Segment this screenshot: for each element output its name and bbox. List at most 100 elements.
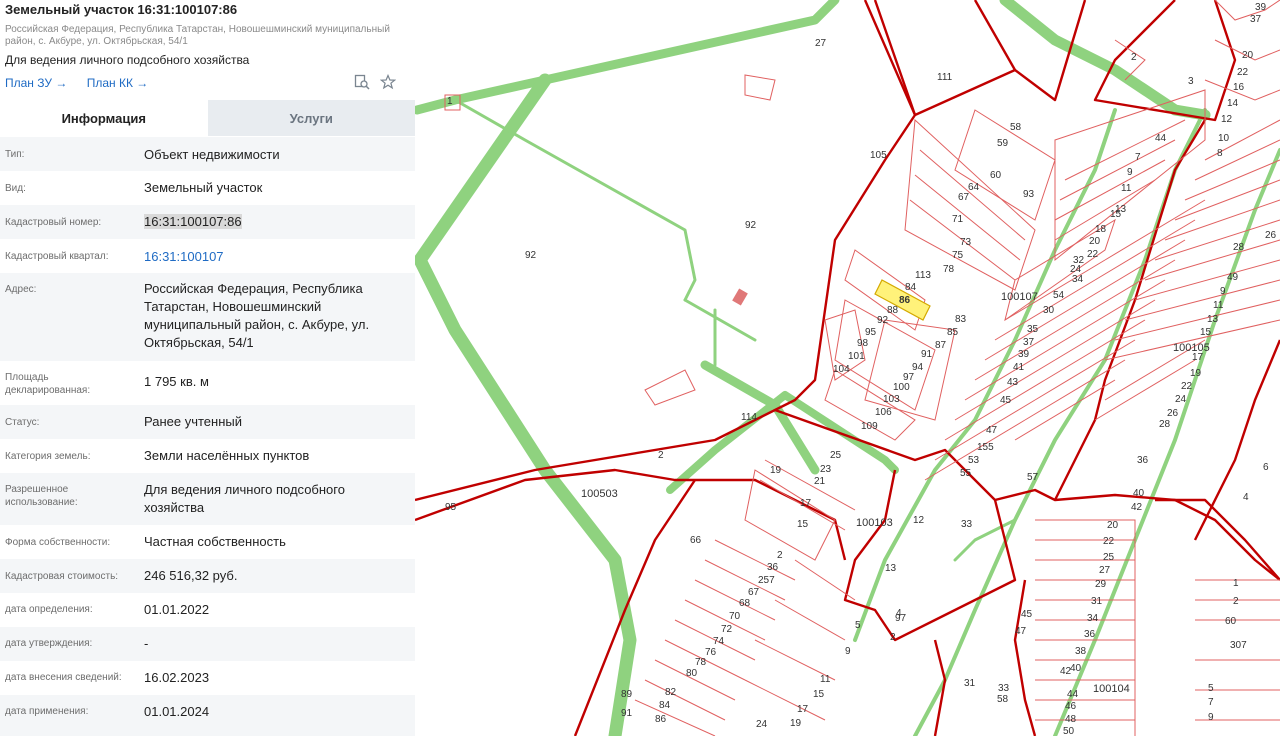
info-row: Статус: Ранее учтенный xyxy=(0,405,415,439)
parcel-label: 67 xyxy=(958,192,970,203)
parcel-label: 33 xyxy=(998,683,1010,694)
parcel-label: 5 xyxy=(855,620,861,631)
info-label: Тип: xyxy=(5,149,25,160)
parcel-label: 40 xyxy=(1133,488,1145,499)
parcel-label: 11 xyxy=(820,674,831,685)
info-label: Статус: xyxy=(5,417,40,428)
boundary-100107-west xyxy=(415,0,917,502)
parcel-label: 114 xyxy=(741,412,757,423)
parcel-label: 307 xyxy=(1230,640,1247,651)
parcel-label: 17 xyxy=(797,704,809,715)
parcel-label: 34 xyxy=(1087,613,1099,624)
parcel-block-a xyxy=(904,118,1036,291)
parcel-label: 83 xyxy=(955,314,967,325)
parcel-label: 27 xyxy=(1099,565,1111,576)
plan-kk-link[interactable]: План КК → xyxy=(87,76,149,90)
parcel-label: 89 xyxy=(621,689,633,700)
parcel-label: 25 xyxy=(1103,552,1115,563)
parcel-label: 9 xyxy=(1127,167,1133,178)
parcel-label: 14 xyxy=(1227,98,1239,109)
parcel-label: 3 xyxy=(1188,76,1194,87)
parcel-label: 93 xyxy=(1023,189,1035,200)
info-value: 246 516,32 руб. xyxy=(144,568,238,583)
parcel-label: 76 xyxy=(705,647,717,658)
quarter-label: 100103 xyxy=(856,517,893,529)
subtitle-address: Российская Федерация, Республика Татарст… xyxy=(5,24,390,47)
tab-bar: Информация Услуги xyxy=(0,100,415,136)
parcel-label: 12 xyxy=(1221,114,1233,125)
parcel-label: 58 xyxy=(997,694,1009,705)
info-value: 01.01.2022 xyxy=(144,602,210,617)
path-a xyxy=(453,98,697,302)
parcel-label: 19 xyxy=(1190,368,1202,379)
info-label: дата утверждения: xyxy=(5,638,93,649)
info-value: Ранее учтенный xyxy=(144,414,242,429)
quarter-label: 100104 xyxy=(1093,683,1130,695)
star-icon[interactable] xyxy=(379,73,397,90)
info-row: дата применения: 01.01.2024 xyxy=(0,695,415,736)
parcel-label: 13 xyxy=(1207,314,1219,325)
parcel-label: 95 xyxy=(445,502,457,513)
info-row: дата утверждения: - xyxy=(0,627,415,661)
info-row: Кадастровый номер: 16:31:100107:86 xyxy=(0,205,415,239)
info-label: дата применения: xyxy=(5,706,89,717)
search-document-icon[interactable] xyxy=(354,74,370,90)
boundary-100105-east xyxy=(1193,339,1280,541)
parcel-label: 54 xyxy=(1053,290,1065,301)
parcel-label: 1 xyxy=(1233,578,1239,589)
boundary-north-2 xyxy=(973,0,1017,71)
info-row: Кадастровый квартал: 16:31:100107 xyxy=(0,239,415,273)
info-value: Земельный участок xyxy=(144,180,263,195)
parcel-label: 15 xyxy=(1200,327,1212,338)
parcel-label: 9 xyxy=(1220,286,1226,297)
parcel-label: 27 xyxy=(815,38,827,49)
parcel-label: 24 xyxy=(756,719,768,730)
parcel-label: 75 xyxy=(952,250,964,261)
plan-zu-link[interactable]: План ЗУ → xyxy=(5,76,67,90)
info-label: Форма собственности: xyxy=(5,537,111,548)
parcel-label: 48 xyxy=(1065,714,1077,725)
cadastral-quarter-link[interactable]: 16:31:100107 xyxy=(144,248,399,266)
parcel-label: 22 xyxy=(1087,249,1099,260)
tab-services[interactable]: Услуги xyxy=(207,100,415,136)
quarter-label: 100503 xyxy=(581,488,618,500)
tab-information[interactable]: Информация xyxy=(0,100,208,136)
parcel-label: 98 xyxy=(857,338,869,349)
quarter-label: 100105 xyxy=(1173,342,1210,354)
parcel-label: 24 xyxy=(1175,394,1187,405)
parcel-label: 20 xyxy=(1089,236,1101,247)
parcel-label: 7 xyxy=(1135,152,1141,163)
parcel-label: 47 xyxy=(1015,626,1027,637)
parcel-label: 82 xyxy=(665,687,677,698)
parcel-label: 10 xyxy=(1218,133,1230,144)
parcel-label: 22 xyxy=(1237,67,1249,78)
parcel-label: 88 xyxy=(887,305,899,316)
parcel-label: 80 xyxy=(686,668,698,679)
parcel-label: 9 xyxy=(1208,712,1214,723)
info-value: Земли населённых пунктов xyxy=(144,448,310,463)
parcel-label: 15 xyxy=(1110,209,1122,220)
parcel-label: 38 xyxy=(1075,646,1087,657)
parcel-label: 109 xyxy=(861,421,878,432)
parcel-label: 37 xyxy=(1250,14,1262,25)
parcel-label: 26 xyxy=(1167,408,1179,419)
cadastral-number-value[interactable]: 16:31:100107:86 xyxy=(144,213,399,231)
parcel-label: 30 xyxy=(1043,305,1055,316)
parcel-label: 92 xyxy=(877,315,889,326)
parcel-label: 15 xyxy=(813,689,825,700)
info-value: Российская Федерация, Республика Татарст… xyxy=(144,281,370,350)
boundary-100503-b xyxy=(573,479,696,736)
parcel-label: 42 xyxy=(1131,502,1143,513)
map-canvas[interactable]: 92 92 111 105 2 66 114 1 2 3 84 86 88 11… xyxy=(415,0,1280,736)
cadastral-map[interactable]: 92 92 111 105 2 66 114 1 2 3 84 86 88 11… xyxy=(415,0,1280,736)
parcel-block-b xyxy=(954,109,1056,221)
parcel-label: 19 xyxy=(790,718,802,729)
info-row: Кадастровая стоимость: 246 516,32 руб. xyxy=(0,559,415,593)
parcel-label: 7 xyxy=(1208,697,1214,708)
info-value: 16.02.2023 xyxy=(144,670,210,685)
parcel-label: 2 xyxy=(890,632,896,643)
parcel-label: 35 xyxy=(1027,324,1039,335)
parcel-label: 42 xyxy=(1060,666,1072,677)
parcel-label: 84 xyxy=(659,700,671,711)
road-west xyxy=(415,73,637,736)
